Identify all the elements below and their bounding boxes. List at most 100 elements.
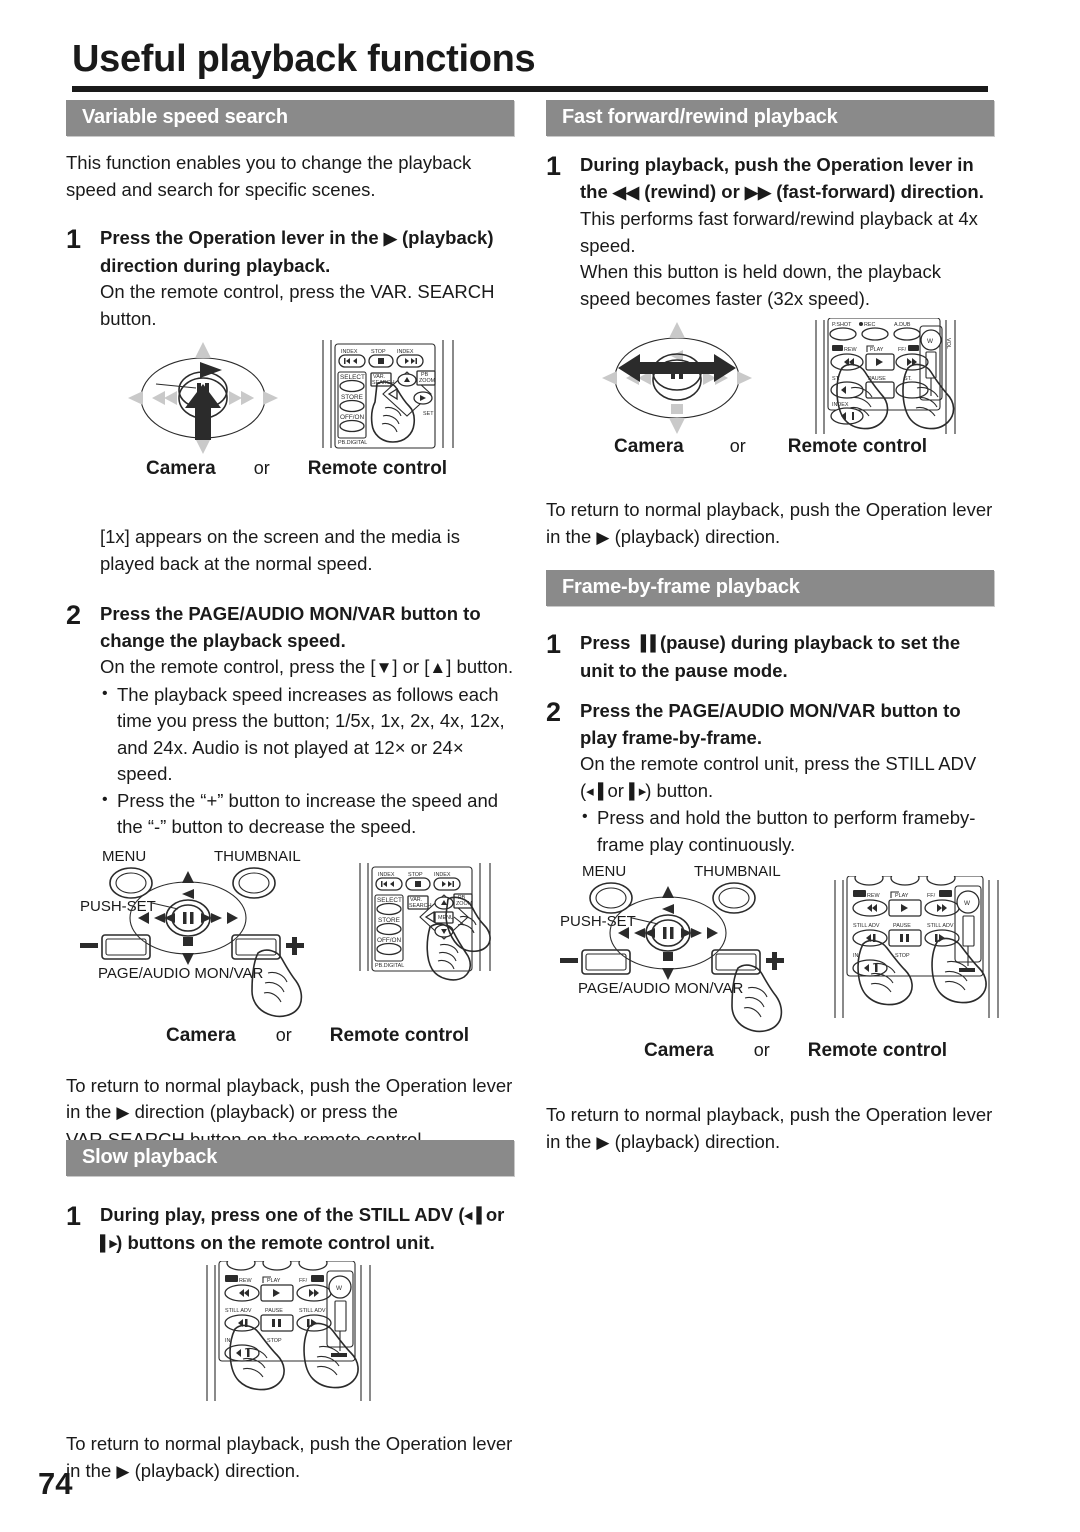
step-number: 1	[546, 151, 562, 181]
camera-label-menu: MENU	[582, 863, 626, 880]
pause-icon: ▐▐	[635, 635, 656, 652]
remote-label-index: IN	[225, 1338, 230, 1344]
remote-label-stop: STOP	[371, 349, 386, 355]
play-arrow-icon: ▶	[596, 527, 610, 547]
svg-text:ZOOM: ZOOM	[419, 378, 436, 384]
svg-text:REW: REW	[867, 893, 880, 899]
step-heading: Press ▐▐ (pause) during playback to set …	[580, 630, 994, 684]
camera-label-push-set: PUSH-SET	[560, 913, 636, 930]
svg-text:STOP: STOP	[895, 953, 910, 959]
bullet-item: Press the “+” button to increase the spe…	[100, 787, 514, 841]
intro-text: This function enables you to change the …	[66, 152, 472, 200]
step-heading: During playback, push the Operation leve…	[580, 152, 994, 206]
play-arrow-icon: ▶	[116, 1461, 130, 1481]
caption-camera: Camera	[644, 1040, 714, 1061]
figure-caption-row: Camera or Remote control	[614, 436, 974, 458]
svg-text:STILL ADV: STILL ADV	[927, 923, 954, 929]
remote-label-pause: PAUSE	[265, 1308, 283, 1314]
svg-text:INDEX: INDEX	[434, 872, 451, 878]
camera-label-page-audio: PAGE/AUDIO MON/VAR	[578, 980, 743, 997]
after-step1-text: [1x] appears on the screen and the media…	[100, 526, 460, 574]
step-sub-text-b: When this button is held down, the playb…	[580, 261, 941, 309]
caption-remote: Remote control	[329, 1024, 470, 1046]
still-adv-reverse-icon: ◂▐	[464, 1207, 482, 1224]
step-sub-text: On the remote control, press the [▼] or …	[100, 654, 514, 682]
closing-part-b: (playback) direction.	[614, 1130, 781, 1152]
step-heading: Press the PAGE/AUDIO MON/VAR button to c…	[100, 603, 481, 651]
svg-text:SET: SET	[423, 411, 434, 417]
remote-label-play: PLAY	[267, 1278, 281, 1284]
remote-label-ff: FF/	[299, 1278, 308, 1284]
camera-body-diagram-frame: MENU THUMBNAIL PUSH-SET PAGE/AUDIO MON/V…	[560, 863, 784, 1033]
rewind-icon: ◀◀	[612, 182, 640, 202]
svg-text:PB.DIGITAL: PB.DIGITAL	[375, 963, 404, 969]
step-heading-part-a: Press	[580, 632, 631, 653]
camera-body-diagram: MENU THUMBNAIL PUSH-SET PAGE/AUDIO MON/V…	[80, 848, 304, 1017]
remote-label-still-adv-right: STILL ADV	[299, 1308, 326, 1314]
camera-label-thumbnail: THUMBNAIL	[214, 848, 301, 865]
remote-label-index-left: INDEX	[341, 349, 358, 355]
sub-part-b: or	[607, 779, 624, 801]
page-title: Useful playback functions	[72, 38, 536, 80]
caption-or: or	[753, 1040, 770, 1060]
bullet-item: Press and hold the button to perform fra…	[580, 804, 994, 858]
remote-label-pshot: P.SHOT	[832, 322, 852, 328]
step-number: 1	[546, 629, 562, 659]
figure-variable-speed-step1: INDEX STOP INDEX SELECT STORE OFF/ON PB.…	[66, 336, 514, 486]
step-heading-part-c: ) buttons on the remote control unit.	[116, 1231, 435, 1253]
section-heading-variable-speed-search: Variable speed search	[66, 100, 514, 136]
remote-label-play: PLAY	[870, 347, 884, 353]
svg-text:PLAY: PLAY	[895, 893, 909, 899]
section-fast-forward-rewind: Fast forward/rewind playback 1 During pl…	[546, 100, 994, 551]
step-sub-text: On the remote control unit, press the ST…	[580, 751, 994, 805]
step-1: 1 During playback, push the Operation le…	[546, 152, 994, 312]
step-1: 1 Press ▐▐ (pause) during playback to se…	[546, 630, 994, 684]
caption-remote: Remote control	[787, 436, 928, 457]
caption-remote: Remote control	[807, 1040, 948, 1061]
step-2: 2 Press the PAGE/AUDIO MON/VAR button to…	[66, 601, 514, 841]
sub-part-c: ] button.	[446, 656, 514, 677]
arrow-down-icon: ▼	[375, 658, 393, 677]
figure-frame-by-frame: MENU THUMBNAIL PUSH-SET PAGE/AUDIO MON/V…	[546, 862, 999, 1072]
remote-label-w: W	[927, 338, 934, 345]
svg-text:W: W	[964, 900, 971, 907]
section-heading-slow-playback: Slow playback	[66, 1140, 514, 1176]
remote-label-stop: STOP	[267, 1338, 282, 1344]
remote-control-diagram-ff-rew: P.SHOT REC A.DUB REW PLAY FF/ ST. PAUSE …	[815, 318, 956, 434]
camera-label-push-set: PUSH-SET	[80, 898, 156, 915]
section-slow-playback: Slow playback 1 During play, press one o…	[66, 1140, 514, 1485]
play-arrow-icon: ▶	[596, 1132, 610, 1152]
camera-joystick-diagram	[128, 342, 278, 454]
remote-label-ff: FF/	[898, 347, 907, 353]
section-variable-speed-search: Variable speed search This function enab…	[66, 100, 514, 1153]
caption-remote: Remote control	[307, 458, 448, 479]
step-heading: Press the PAGE/AUDIO MON/VAR button to p…	[580, 700, 961, 748]
sub-part-c: ) button.	[645, 779, 714, 801]
bullet-item: The playback speed increases as follows …	[100, 681, 514, 788]
title-rule	[72, 86, 988, 92]
caption-camera: Camera	[166, 1024, 236, 1046]
camera-label-menu: MENU	[102, 848, 146, 865]
caption-or: or	[729, 436, 746, 456]
remote-label-index: INDEX	[832, 402, 849, 408]
step-heading-part-b: (rewind) or	[644, 180, 740, 202]
svg-text:STILL ADV: STILL ADV	[853, 923, 880, 929]
camera-label-thumbnail: THUMBNAIL	[694, 863, 781, 880]
closing-text-fast-forward: To return to normal playback, push the O…	[546, 497, 994, 551]
svg-text:IN: IN	[853, 953, 858, 959]
step-sub-text-a: This performs fast forward/rewind playba…	[580, 208, 978, 256]
camera-joystick-diagram-lr	[602, 322, 752, 434]
svg-text:STOP: STOP	[408, 872, 423, 878]
svg-text:SEARCH: SEARCH	[409, 903, 432, 909]
fast-forward-icon: ▶▶	[744, 182, 772, 202]
remote-label-rew: REW	[239, 1278, 252, 1284]
figure-caption-row: Camera or Remote control	[146, 458, 476, 480]
figure-fast-forward-rewind: P.SHOT REC A.DUB REW PLAY FF/ ST. PAUSE …	[546, 318, 994, 463]
step-heading-part-c: (fast-forward) direction.	[776, 180, 984, 202]
sub-part-a: On the remote control, press the [	[100, 656, 376, 677]
camera-label-page-audio: PAGE/AUDIO MON/VAR	[98, 965, 263, 982]
step-heading-part-a: During play, press one of the STILL ADV …	[100, 1204, 465, 1225]
svg-text:PAUSE: PAUSE	[893, 923, 911, 929]
remote-control-diagram-var-search: INDEX STOP INDEX SELECT STORE OFF/ON PB.…	[322, 340, 454, 449]
still-adv-forward-icon: ▌▸	[100, 1234, 117, 1252]
